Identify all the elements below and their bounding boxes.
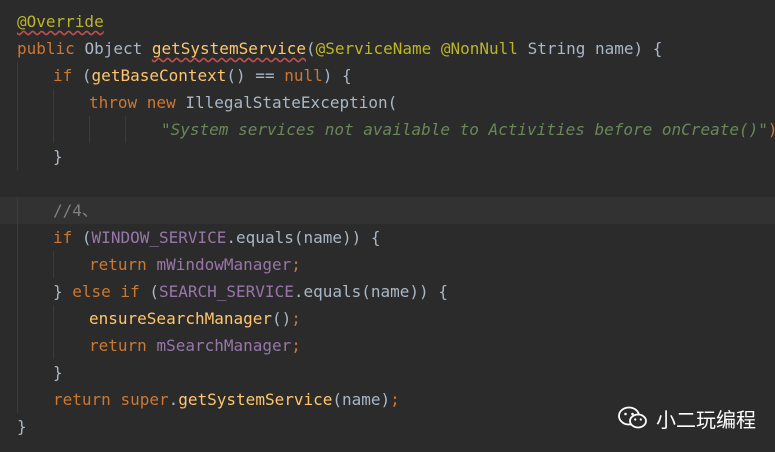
watermark-text: 小二玩编程 [656, 407, 756, 432]
code-token: if [53, 228, 82, 247]
watermark: 小二玩编程 [618, 404, 756, 432]
code-text: return mSearchManager; [89, 332, 301, 359]
code-text: } [53, 143, 63, 170]
indent-guide [17, 251, 18, 278]
code-text: throw new IllegalStateException( [89, 89, 397, 116]
code-token: ) { [322, 66, 352, 85]
code-token: } [53, 282, 73, 301]
code-line[interactable]: if (WINDOW_SERVICE.equals(name)) { [0, 224, 775, 251]
indent-guide [17, 386, 18, 413]
code-token: return [89, 336, 157, 355]
code-token: ( [306, 39, 316, 58]
code-text: } [53, 359, 63, 386]
indent-guide [17, 224, 18, 251]
code-token: () == [226, 66, 285, 85]
indent-guide [53, 116, 54, 143]
code-token: ( [81, 66, 92, 85]
code-line[interactable]: } else if (SEARCH_SERVICE.equals(name)) … [0, 278, 775, 305]
code-token: ensureSearchManager [89, 309, 273, 328]
code-token: mSearchManager [156, 336, 292, 355]
indent-guide [89, 116, 90, 143]
code-token: SEARCH_SERVICE [158, 282, 294, 301]
code-token: IllegalStateException( [185, 93, 398, 112]
code-text: } else if (SEARCH_SERVICE.equals(name)) … [53, 278, 448, 305]
code-text: public Object getSystemService(@ServiceN… [17, 35, 662, 62]
code-token: WINDOW_SERVICE [91, 228, 227, 247]
code-token: (name) [332, 390, 391, 409]
indent-guide [17, 332, 18, 359]
code-token: ( [81, 228, 92, 247]
code-token: @NonNull [440, 39, 528, 58]
indent-guide [17, 143, 18, 170]
code-text: @Override [17, 8, 104, 35]
code-line[interactable]: public Object getSystemService(@ServiceN… [0, 35, 775, 62]
code-token: ; [291, 309, 301, 328]
code-line[interactable]: "System services not available to Activi… [0, 116, 775, 143]
code-token: } [53, 147, 63, 166]
code-token: if [53, 66, 82, 85]
code-token: ( [149, 282, 159, 301]
code-line[interactable]: } [0, 143, 775, 170]
wechat-icon [618, 406, 648, 430]
code-token: ; [390, 390, 400, 409]
code-text: return super.getSystemService(name); [53, 386, 400, 413]
indent-guide [17, 89, 18, 116]
indent-guide [53, 89, 54, 116]
code-token: else if [72, 282, 150, 301]
indent-guide [53, 251, 54, 278]
code-text: //4、 [53, 197, 98, 224]
code-text: ensureSearchManager(); [89, 305, 301, 332]
code-token: .equals(name)) { [293, 282, 448, 301]
code-token: public [17, 39, 85, 58]
code-token: String name) { [527, 39, 663, 58]
code-line[interactable]: if (getBaseContext() == null) { [0, 62, 775, 89]
indent-guide [17, 116, 18, 143]
code-token: @ServiceName [315, 39, 441, 58]
code-token: getBaseContext [91, 66, 227, 85]
code-text: } [17, 413, 27, 440]
code-token: mWindowManager [156, 255, 292, 274]
code-token: super [120, 390, 169, 409]
indent-guide [17, 278, 18, 305]
code-token: .equals(name)) { [226, 228, 381, 247]
code-line[interactable]: @Override [0, 8, 775, 35]
code-token: getSystemService [151, 39, 306, 58]
code-token: () [272, 309, 292, 328]
code-token: getSystemService [178, 390, 333, 409]
code-token: "System services not available to Activi… [161, 120, 768, 139]
code-line[interactable]: throw new IllegalStateException( [0, 89, 775, 116]
indent-guide [125, 116, 126, 143]
code-line[interactable]: ensureSearchManager(); [0, 305, 775, 332]
indent-guide [53, 332, 54, 359]
code-line[interactable] [0, 170, 775, 197]
code-token: ; [291, 255, 301, 274]
indent-guide [53, 305, 54, 332]
code-token: . [168, 390, 179, 409]
code-text: "System services not available to Activi… [161, 116, 775, 143]
code-line[interactable]: //4、 [0, 197, 775, 224]
code-token: return [53, 390, 121, 409]
indent-guide [17, 62, 18, 89]
code-token: throw new [89, 93, 186, 112]
code-token: return [89, 255, 157, 274]
indent-guide [17, 305, 18, 332]
code-token: ; [291, 336, 301, 355]
code-text: if (WINDOW_SERVICE.equals(name)) { [53, 224, 381, 251]
code-token: @Override [17, 12, 104, 31]
code-line[interactable]: return mWindowManager; [0, 251, 775, 278]
code-token: } [53, 363, 63, 382]
indent-guide [17, 197, 18, 224]
code-token: //4、 [53, 201, 98, 220]
code-token: Object [84, 39, 152, 58]
code-text: if (getBaseContext() == null) { [53, 62, 352, 89]
code-token: } [17, 417, 27, 436]
indent-guide [17, 359, 18, 386]
code-token: ); [768, 120, 775, 139]
code-line[interactable]: } [0, 359, 775, 386]
code-text: return mWindowManager; [89, 251, 301, 278]
code-editor[interactable]: @Override public Object getSystemService(… [0, 0, 775, 452]
code-token: null [284, 66, 323, 85]
code-line[interactable]: return mSearchManager; [0, 332, 775, 359]
